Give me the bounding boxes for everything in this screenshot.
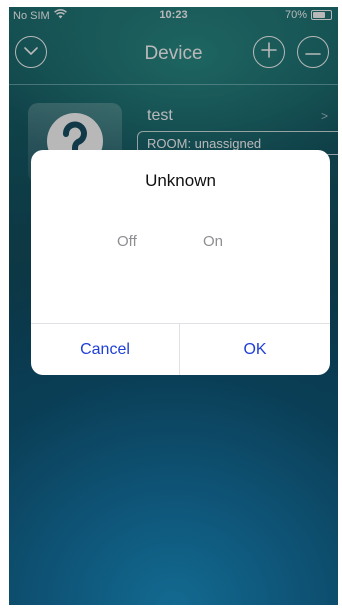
- dialog-title: Unknown: [145, 171, 216, 190]
- ok-button[interactable]: OK: [180, 324, 330, 375]
- cancel-button[interactable]: Cancel: [31, 324, 179, 375]
- device-screen: No SIM 10:23 70% Device test > ROOM: una…: [9, 7, 338, 605]
- dialog-button-row: Cancel OK: [31, 323, 330, 375]
- option-on[interactable]: On: [203, 233, 223, 250]
- state-dialog: Unknown Off On Cancel OK: [31, 150, 330, 375]
- option-off[interactable]: Off: [117, 233, 137, 250]
